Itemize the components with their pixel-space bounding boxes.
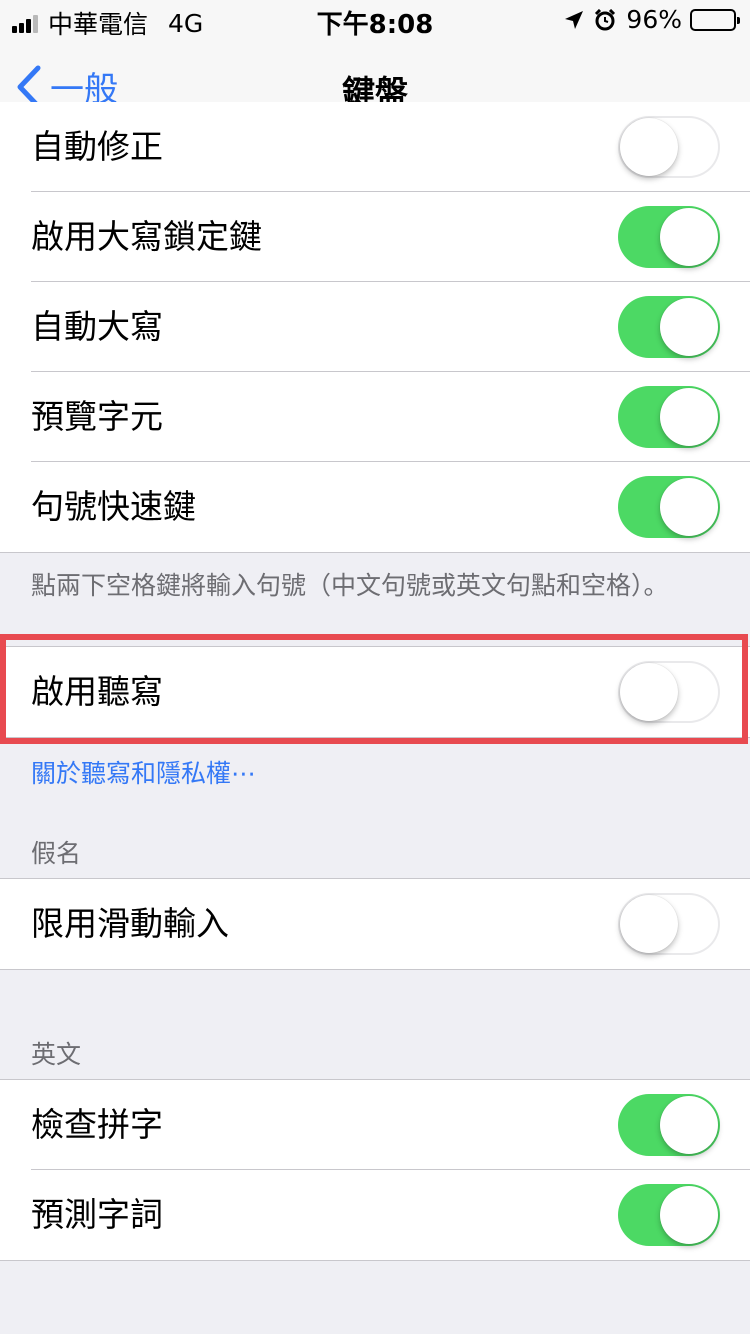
- battery-percent: 96%: [626, 5, 682, 34]
- alarm-icon: [595, 8, 616, 30]
- row-label: 檢查拼字: [31, 1105, 163, 1144]
- keyboard-options-group: 自動修正 啟用大寫鎖定鍵 自動大寫 預覽字元 句號快速鍵: [0, 102, 750, 553]
- settings-row-auto-capitalization: 自動大寫: [0, 282, 750, 372]
- settings-row-character-preview: 預覽字元: [0, 372, 750, 462]
- row-label: 限用滑動輸入: [31, 904, 229, 943]
- caps-lock-toggle[interactable]: [618, 206, 720, 268]
- battery-icon: [690, 8, 740, 31]
- character-preview-toggle[interactable]: [618, 386, 720, 448]
- settings-keyboard-screen: 中華電信 4G 下午8:08 96% 一般 鍵盤 自動修正 啟用大寫鎖定鍵 自動…: [0, 0, 750, 1334]
- settings-row-check-spelling: 檢查拼字: [0, 1080, 750, 1170]
- auto-correction-toggle[interactable]: [618, 116, 720, 178]
- period-shortcut-toggle[interactable]: [618, 476, 720, 538]
- status-bar: 中華電信 4G 下午8:08 96%: [0, 0, 750, 40]
- settings-row-predictive: 預測字詞: [0, 1170, 750, 1260]
- status-right: 96%: [564, 5, 740, 34]
- row-label: 預測字詞: [31, 1195, 163, 1234]
- dictation-group: 啟用聽寫: [0, 646, 750, 738]
- period-shortcut-footer: 點兩下空格鍵將輸入句號（中文句號或英文句點和空格）。: [31, 571, 669, 600]
- auto-capitalization-toggle[interactable]: [618, 296, 720, 358]
- dictation-toggle[interactable]: [618, 661, 720, 723]
- check-spelling-toggle[interactable]: [618, 1094, 720, 1156]
- settings-row-dictation: 啟用聽寫: [0, 647, 750, 737]
- row-label: 啟用大寫鎖定鍵: [31, 217, 262, 256]
- location-arrow-icon: [565, 10, 584, 29]
- settings-row-flick-only: 限用滑動輸入: [0, 879, 750, 969]
- kana-group: 限用滑動輸入: [0, 878, 750, 970]
- section-header-english: 英文: [31, 1040, 82, 1069]
- row-label: 啟用聽寫: [31, 672, 163, 711]
- english-group: 檢查拼字 預測字詞: [0, 1079, 750, 1261]
- row-label: 自動大寫: [31, 307, 163, 346]
- settings-row-period-shortcut: 句號快速鍵: [0, 462, 750, 552]
- row-label: 句號快速鍵: [31, 487, 196, 526]
- row-label: 預覽字元: [31, 397, 163, 436]
- section-header-kana: 假名: [31, 839, 82, 868]
- settings-row-auto-correction: 自動修正: [0, 102, 750, 192]
- row-label: 自動修正: [31, 127, 163, 166]
- predictive-toggle[interactable]: [618, 1184, 720, 1246]
- settings-row-caps-lock: 啟用大寫鎖定鍵: [0, 192, 750, 282]
- flick-only-toggle[interactable]: [618, 893, 720, 955]
- dictation-privacy-link[interactable]: 關於聽寫和隱私權⋯: [31, 754, 256, 790]
